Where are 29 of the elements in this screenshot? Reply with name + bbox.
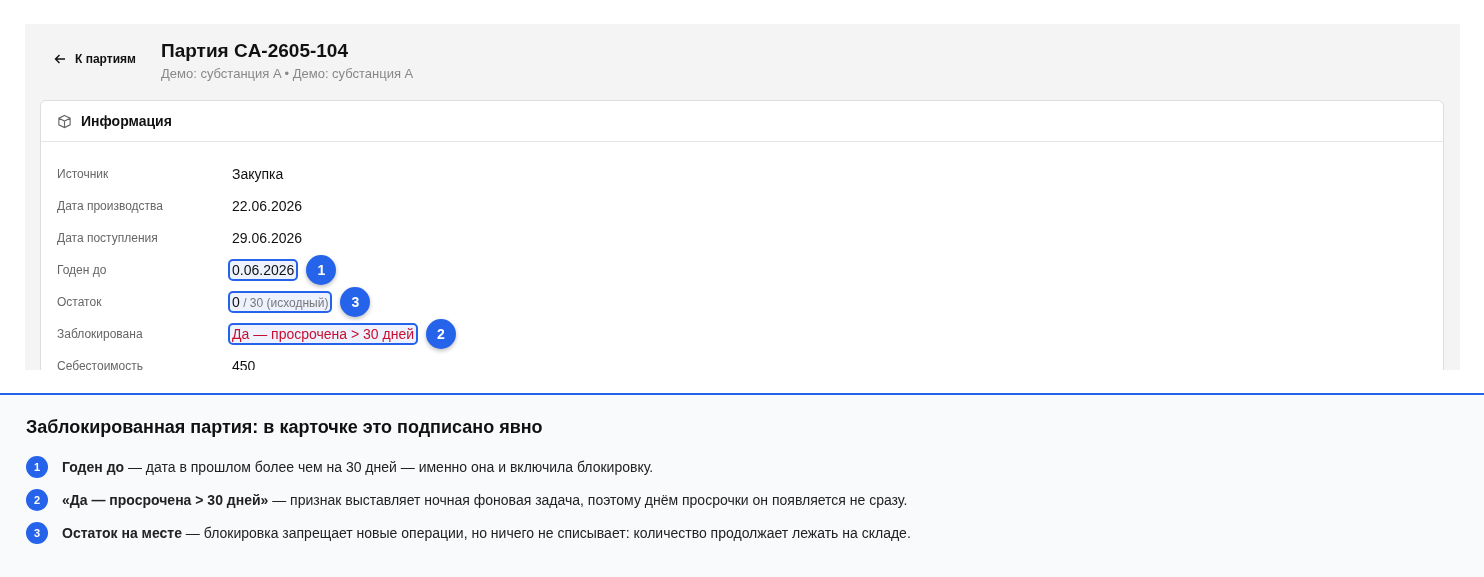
field-label: Источник (57, 167, 110, 181)
box-icon (57, 113, 72, 129)
field-label: Остаток (57, 295, 103, 309)
card-title: Информация (81, 113, 172, 129)
field-label: Годен до (57, 263, 108, 277)
explanation-text: «Да — просрочена > 30 дней» — признак выставляет ночная фоновая задача, поэтому днём просрочки он появляется не сразу. (62, 491, 908, 508)
step-number: 1 (26, 455, 48, 478)
callout-badge: 3 (340, 287, 371, 317)
highlighted-value: Да — просрочена > 30 дней (228, 323, 418, 345)
page-subtitle: Демо: субстанция A • Демо: субстанция A (161, 66, 414, 81)
field-value: Закупка (232, 166, 284, 182)
callout-badge: 2 (426, 319, 456, 349)
highlighted-value: 0 / 30 (исходный) (228, 291, 333, 313)
back-link[interactable]: К партиям (54, 52, 161, 66)
explanation-title: Заблокированная партия: в карточке это подписано явно (26, 417, 544, 438)
step-number: 3 (26, 521, 48, 544)
explanation-text: Годен до — дата в прошлом более чем на 30 дней — именно она и включила блокировку. (62, 458, 654, 475)
arrow-left-icon (54, 53, 66, 65)
field-value: 29.06.2026 (232, 230, 303, 246)
field-label: Заблокирована (57, 327, 144, 341)
page-title: Партия CA-2605-104 (161, 40, 349, 62)
field-label: Себестоимость (57, 359, 145, 370)
explanation-text: Остаток на месте — блокировка запрещает новые операции, но ничего не списывает: количество продолжает лежать на складе. (62, 524, 911, 541)
field-value: 22.06.2026 (232, 198, 303, 214)
callout-badge: 1 (306, 255, 337, 285)
highlighted-value: 0.06.2026 (228, 259, 299, 281)
field-label: Дата производства (57, 199, 165, 213)
field-label: Дата поступления (57, 231, 159, 245)
step-number: 2 (26, 488, 48, 511)
